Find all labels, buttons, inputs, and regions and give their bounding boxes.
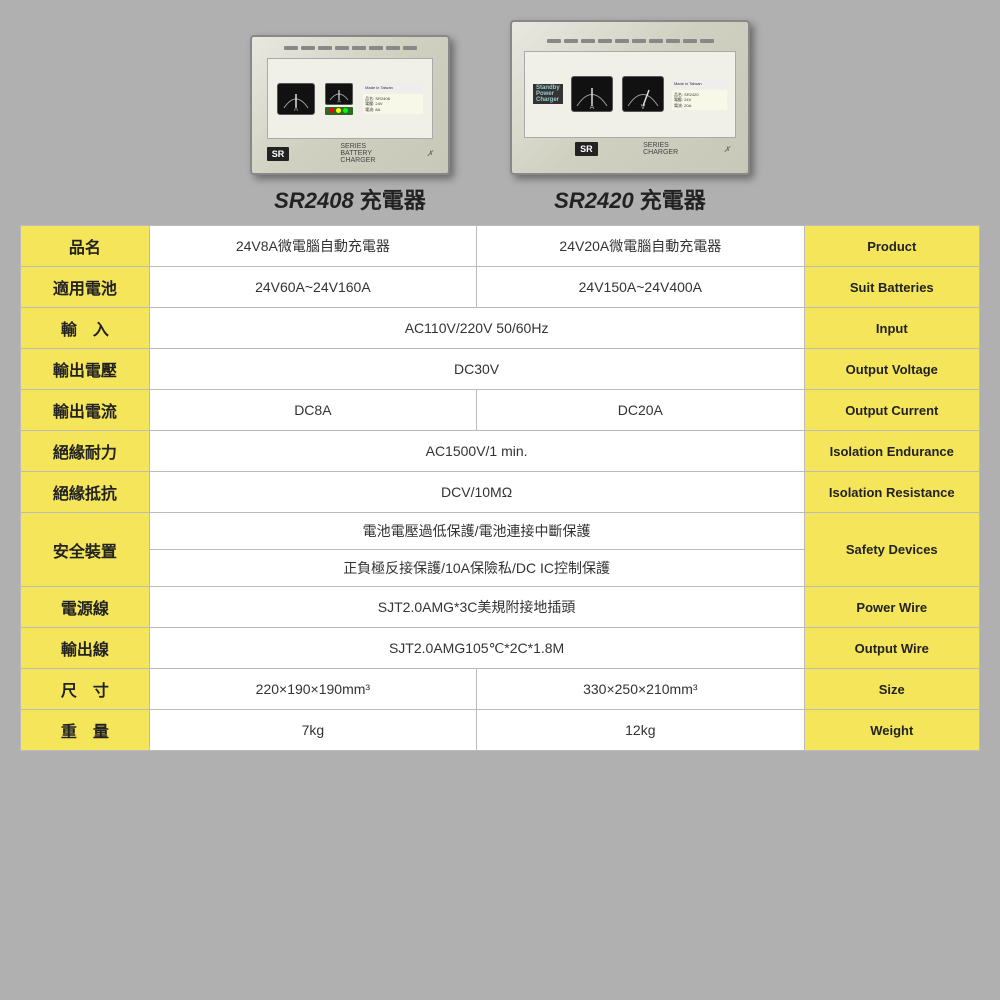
row-combined-6: DCV/10MΩ [149,472,804,513]
charger-bottom-2: SR SERIESCHARGER ✗ [530,142,731,156]
product-sr2408: A A [250,35,450,215]
row-label-4: 輸出電流 [21,390,150,431]
sr2420-image: StandbyPowerCharger A V [510,20,750,175]
row-label-0: 品名 [21,226,150,267]
row-label-8: 電源線 [21,587,150,628]
table-row: 輸 入 AC110V/220V 50/60Hz Input [21,308,980,349]
row-combined-5: AC1500V/1 min. [149,431,804,472]
svg-text:A: A [294,107,298,112]
row-combined-secondary-7: 正負極反接保護/10A保險私/DC IC控制保護 [149,550,804,587]
table-row: 適用電池 24V60A~24V160A 24V150A~24V400A Suit… [21,267,980,308]
row-sr2420-10: 330×250×210mm³ [477,669,804,710]
ammeter: A [277,83,315,115]
sr2408-image: A A [250,35,450,175]
vent-lines-2 [512,39,748,47]
table-row: 重 量 7kg 12kg Weight [21,710,980,751]
svg-text:A: A [590,104,595,110]
row-sr2420-11: 12kg [477,710,804,751]
table-row: 尺 寸 220×190×190mm³ 330×250×210mm³ Size [21,669,980,710]
row-sr2408-10: 220×190×190mm³ [149,669,476,710]
row-label-11: 重 量 [21,710,150,751]
row-label-2: 輸 入 [21,308,150,349]
sr2420-title: SR2420 充電器 [554,183,706,215]
table-row: 絕緣抵抗 DCV/10MΩ Isolation Resistance [21,472,980,513]
row-en-8: Power Wire [804,587,979,628]
row-en-7: Safety Devices [804,513,979,587]
table-row: 絕緣耐力 AC1500V/1 min. Isolation Endurance [21,431,980,472]
row-sr2408-11: 7kg [149,710,476,751]
row-sr2420-4: DC20A [477,390,804,431]
table-row: 輸出電壓 DC30V Output Voltage [21,349,980,390]
sr-logo: SR [267,147,290,161]
ammeter-2: A [571,76,613,112]
row-en-2: Input [804,308,979,349]
sr2408-title: SR2408 充電器 [274,183,426,215]
table-row: 輸出線 SJT2.0AMG105℃*2C*1.8M Output Wire [21,628,980,669]
spec-table: 品名 24V8A微電腦自動充電器 24V20A微電腦自動充電器 Product … [20,225,980,751]
voltmeter: V [622,76,664,112]
row-en-11: Weight [804,710,979,751]
table-row: 電源線 SJT2.0AMG*3C美規附接地插頭 Power Wire [21,587,980,628]
table-row: 安全裝置 電池電壓過低保護/電池連接中斷保護 Safety Devices [21,513,980,550]
row-en-3: Output Voltage [804,349,979,390]
row-combined-2: AC110V/220V 50/60Hz [149,308,804,349]
row-en-0: Product [804,226,979,267]
small-meter: A [325,83,353,105]
row-label-7: 安全裝置 [21,513,150,587]
display-panel: A A [267,58,434,140]
row-en-5: Isolation Endurance [804,431,979,472]
row-combined-3: DC30V [149,349,804,390]
row-sr2420-0: 24V20A微電腦自動充電器 [477,226,804,267]
charger-bottom: SR SERIESBATTERYCHARGER ✗ [267,143,434,164]
row-label-9: 輸出線 [21,628,150,669]
row-combined-8: SJT2.0AMG*3C美規附接地插頭 [149,587,804,628]
product-images-section: A A [0,0,1000,225]
table-row: 輸出電流 DC8A DC20A Output Current [21,390,980,431]
row-label-1: 適用電池 [21,267,150,308]
svg-text:V: V [640,104,645,110]
product-sr2420: StandbyPowerCharger A V [510,20,750,215]
row-label-10: 尺 寸 [21,669,150,710]
row-en-4: Output Current [804,390,979,431]
row-en-1: Suit Batteries [804,267,979,308]
row-en-10: Size [804,669,979,710]
row-sr2408-1: 24V60A~24V160A [149,267,476,308]
row-sr2420-1: 24V150A~24V400A [477,267,804,308]
vent-lines [252,46,448,54]
row-en-6: Isolation Resistance [804,472,979,513]
table-row: 品名 24V8A微電腦自動充電器 24V20A微電腦自動充電器 Product [21,226,980,267]
row-en-9: Output Wire [804,628,979,669]
row-label-6: 絕緣抵抗 [21,472,150,513]
sr-logo-2: SR [575,142,598,156]
display-panel-2: StandbyPowerCharger A V [524,51,736,139]
row-label-3: 輸出電壓 [21,349,150,390]
row-combined-7: 電池電壓過低保護/電池連接中斷保護 [149,513,804,550]
row-combined-9: SJT2.0AMG105℃*2C*1.8M [149,628,804,669]
row-sr2408-0: 24V8A微電腦自動充電器 [149,226,476,267]
row-sr2408-4: DC8A [149,390,476,431]
row-label-5: 絕緣耐力 [21,431,150,472]
